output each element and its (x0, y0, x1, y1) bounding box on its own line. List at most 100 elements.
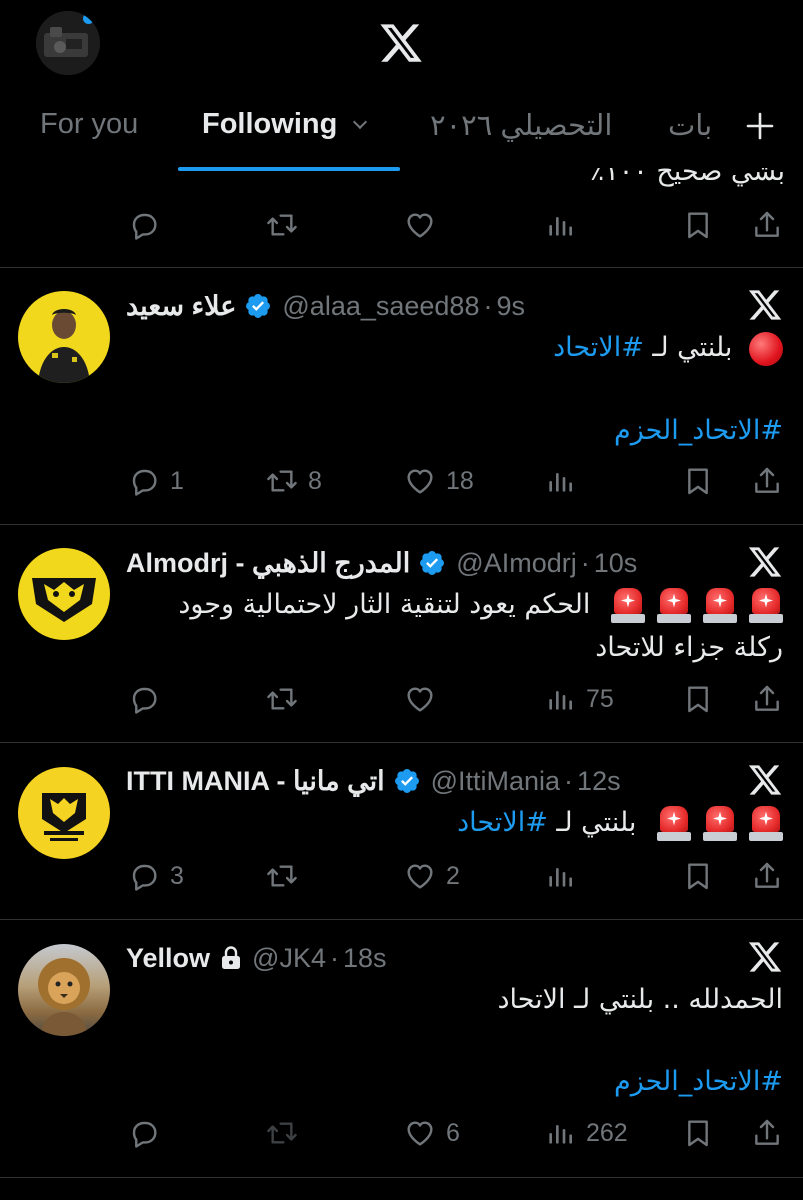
reply-button[interactable] (128, 679, 170, 719)
avatar-photo (38, 309, 90, 383)
views-icon (544, 683, 576, 715)
like-button[interactable] (404, 205, 436, 245)
post-text: بلنتي لـ (643, 332, 733, 363)
timeline-tabs-overlay: For you Following التحصيلي ٢٠٢٦ بات (0, 96, 803, 172)
repost-button[interactable] (266, 856, 308, 896)
bookmark-icon (682, 683, 714, 715)
post-text: الحكم يعود لتنقية الثار لاحتمالية وجود (178, 589, 591, 620)
reply-icon (128, 209, 160, 241)
divider (0, 919, 803, 920)
like-button[interactable] (404, 679, 446, 719)
post-text-line1: بلنتي لـ #الاتحاد (457, 803, 783, 843)
plus-icon[interactable] (744, 110, 776, 142)
reply-count: 1 (170, 466, 184, 495)
like-count: 18 (446, 466, 474, 495)
views-button[interactable]: 75 (544, 679, 614, 719)
avatar-logo (32, 578, 96, 622)
active-tab-indicator (178, 167, 400, 171)
partial-post-actions (0, 205, 803, 245)
bookmark-button[interactable] (682, 679, 714, 719)
post-header: Yellow @JK4 · 18s (126, 938, 387, 978)
verified-badge-icon (418, 549, 446, 577)
handle[interactable]: @IttiMania (431, 766, 560, 797)
reply-icon (128, 1117, 160, 1149)
share-button[interactable] (751, 679, 783, 719)
display-name[interactable]: علاء سعيد (126, 291, 236, 322)
siren-emoji (703, 587, 737, 624)
bookmark-button[interactable] (682, 205, 714, 245)
hashtag-link[interactable]: #الاتحاد_الحزم (614, 415, 783, 446)
verified-badge-icon (244, 292, 272, 320)
avatar[interactable] (18, 944, 110, 1036)
repost-button[interactable] (266, 205, 298, 245)
tab-truncated[interactable]: بات (668, 108, 720, 143)
display-name[interactable]: ITTI MANIA - اتي مانيا (126, 766, 385, 797)
chevron-down-icon[interactable] (353, 114, 368, 130)
post-text-line2: ركلة جزاء للاتحاد (595, 632, 783, 663)
handle[interactable]: @alaa_saeed88 (282, 291, 479, 322)
repost-icon (266, 1117, 298, 1149)
post-actions: 75 (0, 679, 803, 719)
header-layer: For you Following التحصيلي ٢٠٢٦ بات (0, 0, 803, 172)
share-button[interactable] (751, 205, 783, 245)
display-name[interactable]: Almodrj - المدرج الذهبي (126, 548, 410, 579)
handle[interactable]: @AImodrj (456, 548, 576, 579)
repost-button[interactable] (266, 679, 308, 719)
views-button[interactable] (544, 461, 586, 501)
share-button[interactable] (751, 856, 783, 896)
views-icon (544, 465, 576, 497)
tab-for-you[interactable]: For you (40, 108, 138, 141)
avatar[interactable] (18, 291, 110, 383)
views-button[interactable] (544, 856, 586, 896)
bookmark-icon (682, 1117, 714, 1149)
post-header: علاء سعيد @alaa_saeed88 · 9s (126, 286, 525, 326)
bookmark-button[interactable] (682, 1113, 714, 1153)
reply-button[interactable]: 3 (128, 856, 184, 896)
siren-emoji (657, 587, 691, 624)
siren-emoji (611, 587, 645, 624)
like-button[interactable]: 18 (404, 461, 474, 501)
handle[interactable]: @JK4 (252, 943, 326, 974)
like-count: 6 (446, 1118, 460, 1147)
post-text-line2: #الاتحاد_الحزم (614, 411, 783, 451)
share-button[interactable] (751, 461, 783, 501)
tab-tahsili[interactable]: التحصيلي ٢٠٢٦ (430, 108, 612, 143)
tab-following[interactable]: Following (202, 108, 368, 141)
views-icon (544, 860, 576, 892)
like-count: 2 (446, 861, 460, 890)
siren-emoji (749, 587, 783, 624)
hashtag-link[interactable]: #الاتحاد (553, 332, 644, 363)
share-icon (751, 209, 783, 241)
repost-button[interactable]: 8 (266, 461, 322, 501)
profile-avatar-overlay[interactable] (36, 11, 100, 75)
display-name[interactable]: Yellow (126, 943, 210, 974)
like-icon (404, 209, 436, 241)
avatar[interactable] (18, 548, 110, 640)
post-text-line1: الحمدلله .. بلنتي لـ الاتحاد (497, 984, 783, 1015)
post-text-line1: بلنتي لـ #الاتحاد (553, 328, 783, 368)
like-icon (404, 860, 436, 892)
bookmark-button[interactable] (682, 856, 714, 896)
reply-button[interactable] (128, 205, 160, 245)
like-button[interactable]: 6 (404, 1113, 460, 1153)
avatar-photo (38, 958, 90, 1036)
post-time: 18s (342, 942, 387, 973)
bookmark-icon (682, 860, 714, 892)
avatar-logo (42, 793, 86, 841)
like-button[interactable]: 2 (404, 856, 460, 896)
bookmark-button[interactable] (682, 461, 714, 501)
views-button[interactable]: 262 (544, 1113, 628, 1153)
repost-icon (266, 683, 298, 715)
reply-button[interactable]: 1 (128, 461, 184, 501)
hashtag-link[interactable]: #الاتحاد (457, 807, 548, 838)
share-button[interactable] (751, 1113, 783, 1153)
avatar[interactable] (18, 767, 110, 859)
x-logo-icon[interactable] (378, 20, 424, 66)
post-time: 9s (496, 290, 525, 321)
repost-button[interactable] (266, 1113, 308, 1153)
reply-button[interactable] (128, 1113, 170, 1153)
x-logo-icon (747, 287, 783, 323)
hashtag-link[interactable]: #الاتحاد_الحزم (614, 1066, 783, 1097)
views-button[interactable] (544, 205, 576, 245)
siren-emoji (749, 805, 783, 842)
